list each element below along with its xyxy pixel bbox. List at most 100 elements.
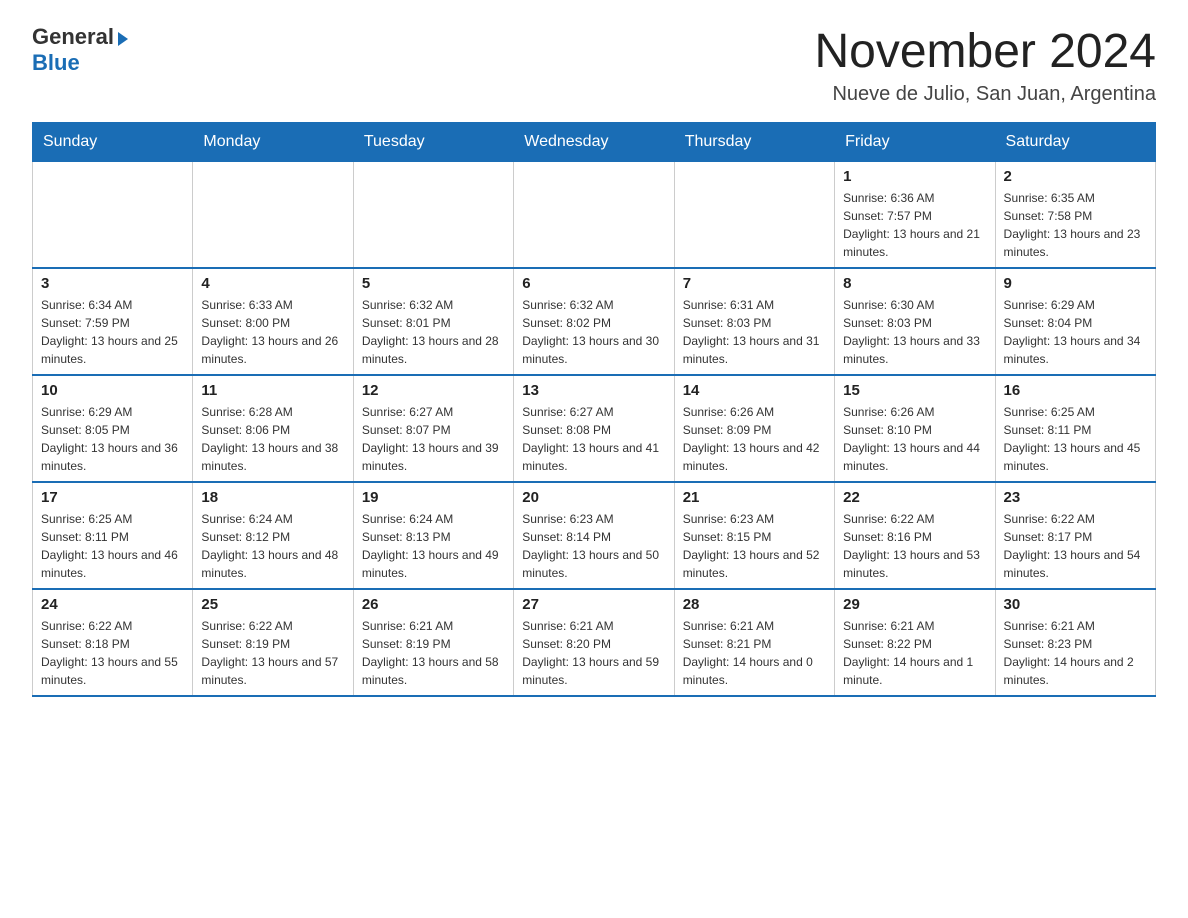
day-info: Sunrise: 6:25 AM Sunset: 8:11 PM Dayligh… xyxy=(41,510,184,582)
day-cell: 15Sunrise: 6:26 AM Sunset: 8:10 PM Dayli… xyxy=(835,375,995,482)
logo-blue-text: Blue xyxy=(32,50,80,76)
logo: General Blue xyxy=(32,24,128,76)
logo-general-text: General xyxy=(32,24,114,50)
day-cell: 22 Sunrise: 6:22 AM Sunset: 8:16 PM Dayli… xyxy=(835,482,995,589)
day-cell: 18Sunrise: 6:24 AM Sunset: 8:12 PM Dayli… xyxy=(193,482,353,589)
day-cell: 23 Sunrise: 6:22 AM Sunset: 8:17 PM Dayli… xyxy=(995,482,1155,589)
day-cell: 26 Sunrise: 6:21 AM Sunset: 8:19 PM Dayli… xyxy=(353,589,513,696)
day-info: Sunrise: 6:22 AM Sunset: 8:19 PM Dayligh… xyxy=(201,617,344,689)
header-row: SundayMondayTuesdayWednesdayThursdayFrid… xyxy=(33,123,1156,162)
day-info: Sunrise: 6:23 AM Sunset: 8:14 PM Dayligh… xyxy=(522,510,665,582)
day-cell: 10 Sunrise: 6:29 AM Sunset: 8:05 PM Dayli… xyxy=(33,375,193,482)
day-number: 28 xyxy=(683,596,826,613)
day-cell: 14 Sunrise: 6:26 AM Sunset: 8:09 PM Dayli… xyxy=(674,375,834,482)
day-number: 5 xyxy=(362,275,505,292)
day-cell: 27 Sunrise: 6:21 AM Sunset: 8:20 PM Dayli… xyxy=(514,589,674,696)
day-number: 23 xyxy=(1004,489,1147,506)
calendar-subtitle: Nueve de Julio, San Juan, Argentina xyxy=(814,83,1156,106)
day-info: Sunrise: 6:32 AM Sunset: 8:01 PM Dayligh… xyxy=(362,296,505,368)
day-cell: 17Sunrise: 6:25 AM Sunset: 8:11 PM Dayli… xyxy=(33,482,193,589)
day-number: 16 xyxy=(1004,382,1147,399)
day-info: Sunrise: 6:36 AM Sunset: 7:57 PM Dayligh… xyxy=(843,189,986,261)
day-number: 26 xyxy=(362,596,505,613)
day-cell: 20 Sunrise: 6:23 AM Sunset: 8:14 PM Dayli… xyxy=(514,482,674,589)
day-info: Sunrise: 6:21 AM Sunset: 8:21 PM Dayligh… xyxy=(683,617,826,689)
day-info: Sunrise: 6:24 AM Sunset: 8:12 PM Dayligh… xyxy=(201,510,344,582)
day-number: 27 xyxy=(522,596,665,613)
day-number: 2 xyxy=(1004,168,1147,185)
day-info: Sunrise: 6:29 AM Sunset: 8:05 PM Dayligh… xyxy=(41,403,184,475)
day-cell: 28 Sunrise: 6:21 AM Sunset: 8:21 PM Dayli… xyxy=(674,589,834,696)
week-row-4: 17Sunrise: 6:25 AM Sunset: 8:11 PM Dayli… xyxy=(33,482,1156,589)
logo-text: General xyxy=(32,24,128,50)
day-info: Sunrise: 6:22 AM Sunset: 8:16 PM Dayligh… xyxy=(843,510,986,582)
day-cell: 25Sunrise: 6:22 AM Sunset: 8:19 PM Dayli… xyxy=(193,589,353,696)
day-number: 30 xyxy=(1004,596,1147,613)
day-info: Sunrise: 6:21 AM Sunset: 8:23 PM Dayligh… xyxy=(1004,617,1147,689)
day-info: Sunrise: 6:21 AM Sunset: 8:20 PM Dayligh… xyxy=(522,617,665,689)
calendar-title: November 2024 xyxy=(814,24,1156,79)
day-number: 12 xyxy=(362,382,505,399)
day-number: 22 xyxy=(843,489,986,506)
day-cell: 9 Sunrise: 6:29 AM Sunset: 8:04 PM Daylig… xyxy=(995,268,1155,375)
header-cell-friday: Friday xyxy=(835,123,995,162)
day-info: Sunrise: 6:26 AM Sunset: 8:09 PM Dayligh… xyxy=(683,403,826,475)
header-cell-wednesday: Wednesday xyxy=(514,123,674,162)
day-cell xyxy=(674,162,834,269)
page-header: General Blue November 2024 Nueve de Juli… xyxy=(32,24,1156,106)
day-info: Sunrise: 6:35 AM Sunset: 7:58 PM Dayligh… xyxy=(1004,189,1147,261)
day-cell xyxy=(193,162,353,269)
day-number: 8 xyxy=(843,275,986,292)
day-number: 10 xyxy=(41,382,184,399)
day-info: Sunrise: 6:30 AM Sunset: 8:03 PM Dayligh… xyxy=(843,296,986,368)
day-info: Sunrise: 6:22 AM Sunset: 8:17 PM Dayligh… xyxy=(1004,510,1147,582)
day-number: 1 xyxy=(843,168,986,185)
day-number: 9 xyxy=(1004,275,1147,292)
day-info: Sunrise: 6:24 AM Sunset: 8:13 PM Dayligh… xyxy=(362,510,505,582)
day-cell xyxy=(33,162,193,269)
header-cell-thursday: Thursday xyxy=(674,123,834,162)
day-cell: 11 Sunrise: 6:28 AM Sunset: 8:06 PM Dayli… xyxy=(193,375,353,482)
week-row-3: 10 Sunrise: 6:29 AM Sunset: 8:05 PM Dayli… xyxy=(33,375,1156,482)
day-cell: 4 Sunrise: 6:33 AM Sunset: 8:00 PM Daylig… xyxy=(193,268,353,375)
day-info: Sunrise: 6:29 AM Sunset: 8:04 PM Dayligh… xyxy=(1004,296,1147,368)
day-info: Sunrise: 6:33 AM Sunset: 8:00 PM Dayligh… xyxy=(201,296,344,368)
day-number: 20 xyxy=(522,489,665,506)
day-cell: 2 Sunrise: 6:35 AM Sunset: 7:58 PM Daylig… xyxy=(995,162,1155,269)
day-cell: 13 Sunrise: 6:27 AM Sunset: 8:08 PM Dayli… xyxy=(514,375,674,482)
day-number: 14 xyxy=(683,382,826,399)
day-number: 6 xyxy=(522,275,665,292)
header-cell-sunday: Sunday xyxy=(33,123,193,162)
day-number: 29 xyxy=(843,596,986,613)
day-number: 4 xyxy=(201,275,344,292)
day-cell: 7Sunrise: 6:31 AM Sunset: 8:03 PM Daylig… xyxy=(674,268,834,375)
day-cell: 16Sunrise: 6:25 AM Sunset: 8:11 PM Dayli… xyxy=(995,375,1155,482)
day-cell: 12Sunrise: 6:27 AM Sunset: 8:07 PM Dayli… xyxy=(353,375,513,482)
day-info: Sunrise: 6:34 AM Sunset: 7:59 PM Dayligh… xyxy=(41,296,184,368)
day-info: Sunrise: 6:21 AM Sunset: 8:19 PM Dayligh… xyxy=(362,617,505,689)
day-cell: 8 Sunrise: 6:30 AM Sunset: 8:03 PM Daylig… xyxy=(835,268,995,375)
week-row-5: 24Sunrise: 6:22 AM Sunset: 8:18 PM Dayli… xyxy=(33,589,1156,696)
title-area: November 2024 Nueve de Julio, San Juan, … xyxy=(814,24,1156,106)
day-number: 15 xyxy=(843,382,986,399)
day-cell: 6Sunrise: 6:32 AM Sunset: 8:02 PM Daylig… xyxy=(514,268,674,375)
day-cell xyxy=(353,162,513,269)
header-cell-monday: Monday xyxy=(193,123,353,162)
day-info: Sunrise: 6:27 AM Sunset: 8:08 PM Dayligh… xyxy=(522,403,665,475)
day-info: Sunrise: 6:28 AM Sunset: 8:06 PM Dayligh… xyxy=(201,403,344,475)
day-number: 19 xyxy=(362,489,505,506)
week-row-2: 3 Sunrise: 6:34 AM Sunset: 7:59 PM Daylig… xyxy=(33,268,1156,375)
calendar-table: SundayMondayTuesdayWednesdayThursdayFrid… xyxy=(32,122,1156,697)
header-cell-tuesday: Tuesday xyxy=(353,123,513,162)
day-cell: 5 Sunrise: 6:32 AM Sunset: 8:01 PM Daylig… xyxy=(353,268,513,375)
day-number: 11 xyxy=(201,382,344,399)
day-info: Sunrise: 6:21 AM Sunset: 8:22 PM Dayligh… xyxy=(843,617,986,689)
day-number: 21 xyxy=(683,489,826,506)
day-number: 7 xyxy=(683,275,826,292)
header-cell-saturday: Saturday xyxy=(995,123,1155,162)
day-cell xyxy=(514,162,674,269)
day-cell: 29 Sunrise: 6:21 AM Sunset: 8:22 PM Dayli… xyxy=(835,589,995,696)
day-number: 3 xyxy=(41,275,184,292)
day-number: 13 xyxy=(522,382,665,399)
day-info: Sunrise: 6:23 AM Sunset: 8:15 PM Dayligh… xyxy=(683,510,826,582)
